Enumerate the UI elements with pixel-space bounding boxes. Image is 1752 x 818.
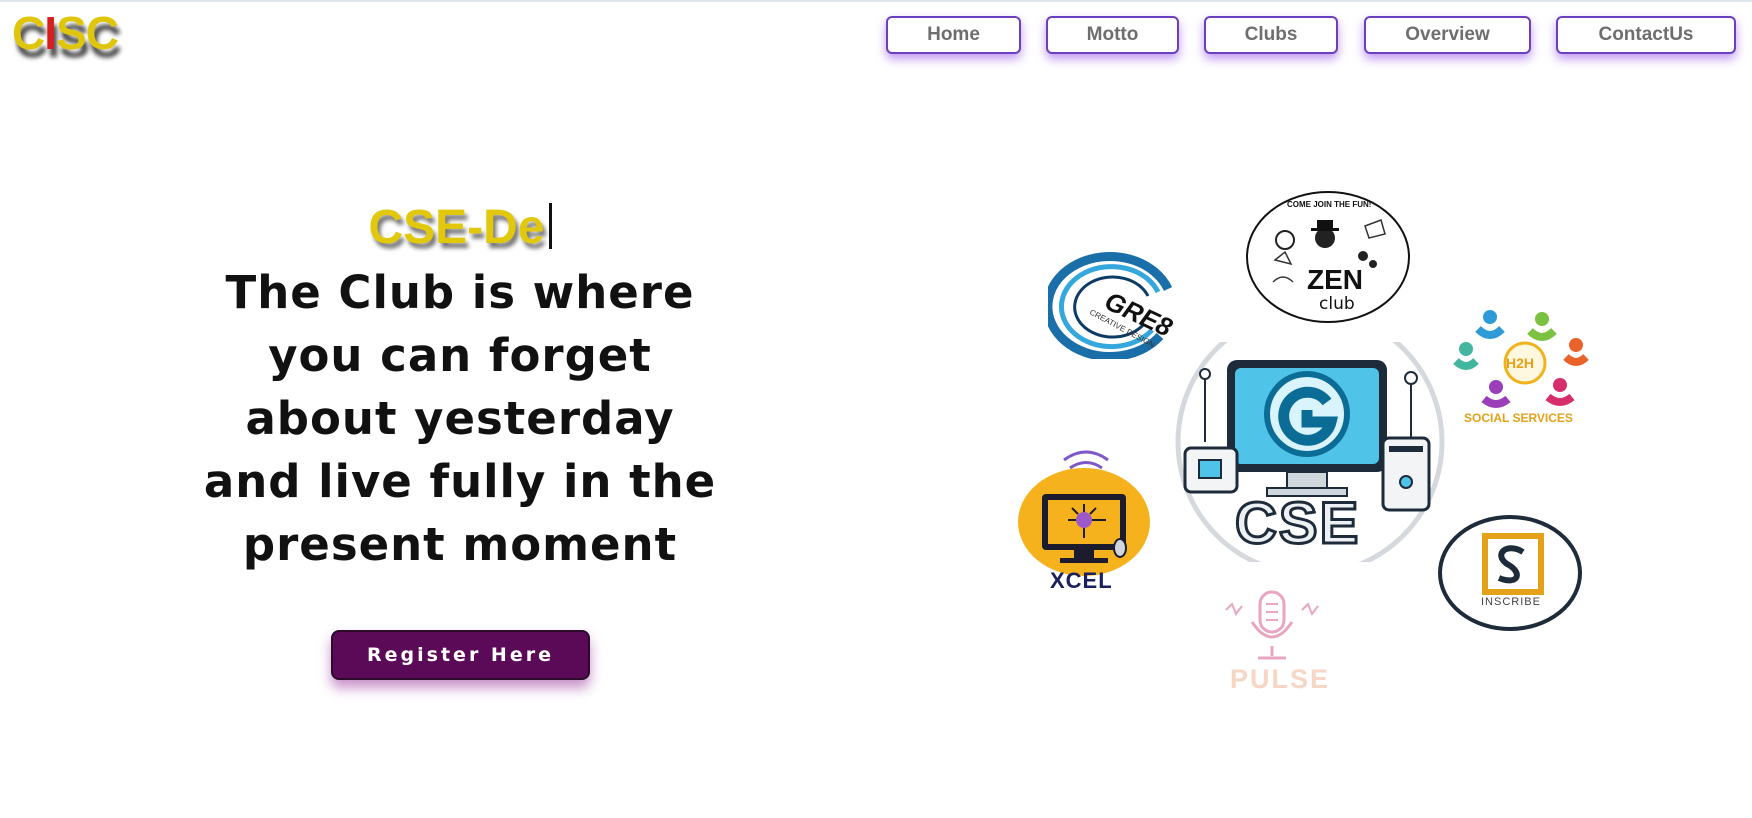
inscribe-logo: INSCRIBE: [1437, 514, 1583, 632]
xcel-name: XCEL: [1050, 568, 1113, 593]
pulse-name: PULSE: [1230, 664, 1331, 694]
h2h-logo: H2H SOCIAL SERVICES: [1450, 307, 1600, 427]
register-button[interactable]: Register Here: [331, 630, 590, 680]
xcel-logo: XCEL: [1016, 442, 1156, 593]
nav-home-button[interactable]: Home: [886, 16, 1021, 54]
h2h-name: H2H: [1506, 355, 1535, 371]
nav-motto-button[interactable]: Motto: [1046, 16, 1179, 54]
typing-text: CSE-De: [368, 201, 545, 254]
zen-ring-text: COME JOIN THE FUN!: [1287, 200, 1372, 209]
hero-tagline: The Club is where you can forget about y…: [203, 266, 717, 571]
nav-contactus-button[interactable]: ContactUs: [1556, 16, 1736, 54]
zen-name: ZEN: [1307, 264, 1363, 295]
typing-heading: CSE-De: [0, 200, 920, 256]
inscribe-name: INSCRIBE: [1481, 596, 1541, 608]
cse-logo: CSE: [1175, 307, 1445, 577]
nav-clubs-button[interactable]: Clubs: [1204, 16, 1338, 54]
nav-overview-button[interactable]: Overview: [1364, 16, 1531, 54]
h2h-subtitle: SOCIAL SERVICES: [1464, 411, 1573, 425]
pulse-logo: PULSE: [1212, 588, 1332, 698]
text-cursor: [548, 203, 552, 249]
gre8-logo: GRE8 CREATIVE DESIGN: [1043, 244, 1188, 362]
zen-club-logo: COME JOIN THE FUN! ZEN club: [1245, 190, 1411, 324]
cse-name: CSE: [1233, 490, 1361, 558]
clubs-collage: GRE8 CREATIVE DESIGN COME JOIN THE FUN! …: [1000, 182, 1640, 702]
zen-subtitle: club: [1319, 294, 1355, 314]
main-nav: Home Motto Clubs Overview ContactUs: [0, 16, 1752, 56]
